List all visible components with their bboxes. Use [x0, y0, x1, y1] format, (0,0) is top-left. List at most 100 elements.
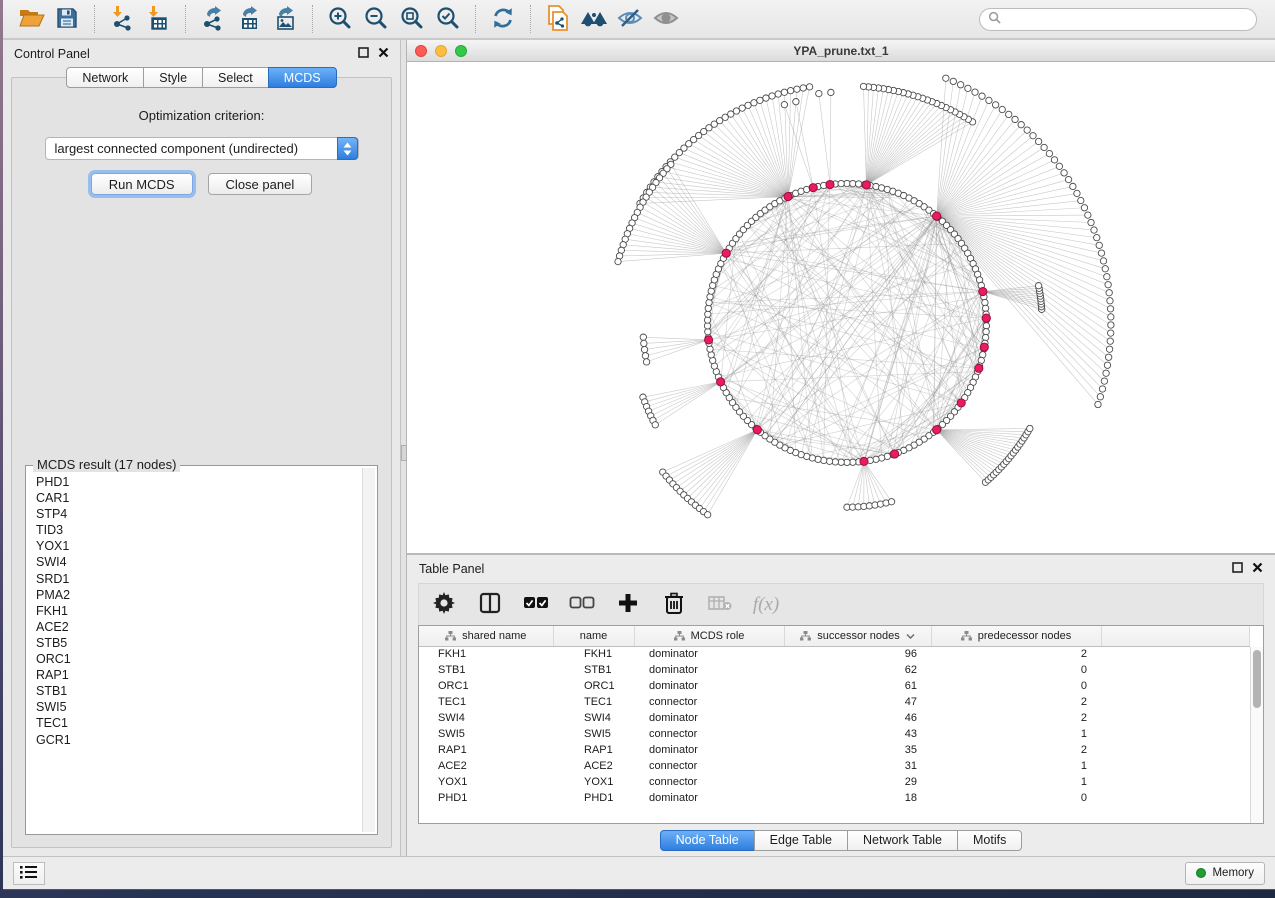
- table-row[interactable]: RAP1RAP1dominator352: [419, 742, 1250, 758]
- add-column-button[interactable]: [615, 592, 641, 618]
- cell-mcds-role[interactable]: dominator: [634, 742, 784, 758]
- close-panel-icon[interactable]: [378, 47, 389, 61]
- graph-node[interactable]: [982, 299, 988, 305]
- export-network-button[interactable]: [195, 2, 231, 36]
- cell-predecessor-nodes[interactable]: 2: [931, 646, 1101, 662]
- network-canvas[interactable]: [407, 62, 1275, 553]
- search-input[interactable]: [1006, 12, 1248, 26]
- graph-node[interactable]: [1081, 205, 1087, 211]
- graph-node[interactable]: [957, 82, 963, 88]
- cell-name[interactable]: PHD1: [553, 790, 634, 806]
- graph-node[interactable]: [972, 89, 978, 95]
- graph-node[interactable]: [769, 93, 775, 99]
- graph-node[interactable]: [943, 75, 949, 81]
- cell-name[interactable]: YOX1: [553, 774, 634, 790]
- graph-node-mcds[interactable]: [704, 336, 712, 344]
- graph-node-mcds[interactable]: [826, 180, 834, 188]
- cell-successor-nodes[interactable]: 96: [784, 646, 931, 662]
- graph-node[interactable]: [828, 89, 834, 95]
- cell-predecessor-nodes[interactable]: 0: [931, 790, 1101, 806]
- graph-node[interactable]: [1097, 394, 1103, 400]
- graph-node[interactable]: [1012, 116, 1018, 122]
- mcds-result-item[interactable]: TID3: [36, 522, 361, 538]
- run-mcds-button[interactable]: Run MCDS: [91, 173, 193, 195]
- mcds-result-item[interactable]: ACE2: [36, 619, 361, 635]
- table-settings-button[interactable]: [431, 592, 457, 618]
- graph-node[interactable]: [704, 512, 710, 518]
- cell-name[interactable]: STB1: [553, 662, 634, 678]
- float-panel-icon[interactable]: [358, 47, 369, 61]
- tab-edge-table[interactable]: Edge Table: [754, 830, 848, 851]
- zoom-in-button[interactable]: [322, 2, 358, 36]
- mcds-result-item[interactable]: CAR1: [36, 490, 361, 506]
- mcds-result-item[interactable]: SRD1: [36, 571, 361, 587]
- cell-mcds-role[interactable]: dominator: [634, 646, 784, 662]
- graph-node[interactable]: [1074, 190, 1080, 196]
- cell-name[interactable]: ORC1: [553, 678, 634, 694]
- graph-node[interactable]: [1104, 362, 1110, 368]
- graph-node[interactable]: [806, 84, 812, 90]
- network-window-titlebar[interactable]: YPA_prune.txt_1: [407, 40, 1275, 62]
- cell-successor-nodes[interactable]: 61: [784, 678, 931, 694]
- show-graphics-details-button[interactable]: [648, 2, 684, 36]
- graph-node[interactable]: [1105, 354, 1111, 360]
- cell-mcds-role[interactable]: dominator: [634, 710, 784, 726]
- mcds-result-item[interactable]: FKH1: [36, 603, 361, 619]
- column-header-MCDS-role[interactable]: MCDS role: [634, 626, 784, 646]
- graph-node[interactable]: [860, 83, 866, 89]
- graph-node[interactable]: [1096, 242, 1102, 248]
- graph-node[interactable]: [1102, 266, 1108, 272]
- graph-node-mcds[interactable]: [979, 287, 987, 295]
- graph-node[interactable]: [1106, 346, 1112, 352]
- column-header-shared-name[interactable]: shared name: [419, 626, 553, 646]
- graph-node[interactable]: [757, 97, 763, 103]
- select-all-columns-button[interactable]: [523, 592, 549, 618]
- tab-motifs[interactable]: Motifs: [957, 830, 1022, 851]
- cell-predecessor-nodes[interactable]: 1: [931, 774, 1101, 790]
- graph-node[interactable]: [763, 95, 769, 101]
- tab-style[interactable]: Style: [143, 67, 203, 88]
- cell-mcds-role[interactable]: connector: [634, 774, 784, 790]
- window-maximize-icon[interactable]: [455, 45, 467, 57]
- network-from-selection-button[interactable]: [540, 2, 576, 36]
- graph-node[interactable]: [1099, 386, 1105, 392]
- graph-node[interactable]: [1094, 234, 1100, 240]
- window-minimize-icon[interactable]: [435, 45, 447, 57]
- graph-node[interactable]: [781, 89, 787, 95]
- cell-successor-nodes[interactable]: 31: [784, 758, 931, 774]
- mcds-result-item[interactable]: RAP1: [36, 667, 361, 683]
- graph-node[interactable]: [1085, 212, 1091, 218]
- float-panel-icon[interactable]: [1232, 562, 1243, 576]
- tab-mcds[interactable]: MCDS: [268, 67, 337, 88]
- graph-node[interactable]: [1006, 111, 1012, 117]
- column-layout-button[interactable]: [477, 592, 503, 618]
- graph-node-mcds[interactable]: [809, 184, 817, 192]
- table-row[interactable]: SWI4SWI4dominator462: [419, 710, 1250, 726]
- refresh-button[interactable]: [485, 2, 521, 36]
- cell-successor-nodes[interactable]: 47: [784, 694, 931, 710]
- zoom-out-button[interactable]: [358, 2, 394, 36]
- graph-node[interactable]: [615, 258, 621, 264]
- cell-predecessor-nodes[interactable]: 2: [931, 710, 1101, 726]
- table-row[interactable]: YOX1YOX1connector291: [419, 774, 1250, 790]
- graph-node[interactable]: [965, 85, 971, 91]
- cell-mcds-role[interactable]: connector: [634, 694, 784, 710]
- graph-node[interactable]: [982, 334, 988, 340]
- table-row[interactable]: PHD1PHD1dominator180: [419, 790, 1250, 806]
- delete-column-button[interactable]: [661, 592, 687, 618]
- tab-network[interactable]: Network: [66, 67, 144, 88]
- mcds-result-item[interactable]: ORC1: [36, 651, 361, 667]
- mcds-result-item[interactable]: STB1: [36, 683, 361, 699]
- column-header-predecessor-nodes[interactable]: predecessor nodes: [931, 626, 1101, 646]
- graph-node[interactable]: [640, 334, 646, 340]
- cell-mcds-role[interactable]: connector: [634, 758, 784, 774]
- import-network-button[interactable]: [104, 2, 140, 36]
- deselect-all-columns-button[interactable]: [569, 592, 595, 618]
- graph-node[interactable]: [787, 87, 793, 93]
- graph-node[interactable]: [986, 97, 992, 103]
- mcds-result-item[interactable]: PMA2: [36, 587, 361, 603]
- cell-predecessor-nodes[interactable]: 0: [931, 678, 1101, 694]
- cell-shared-name[interactable]: YOX1: [419, 774, 553, 790]
- cell-successor-nodes[interactable]: 43: [784, 726, 931, 742]
- graph-node[interactable]: [745, 102, 751, 108]
